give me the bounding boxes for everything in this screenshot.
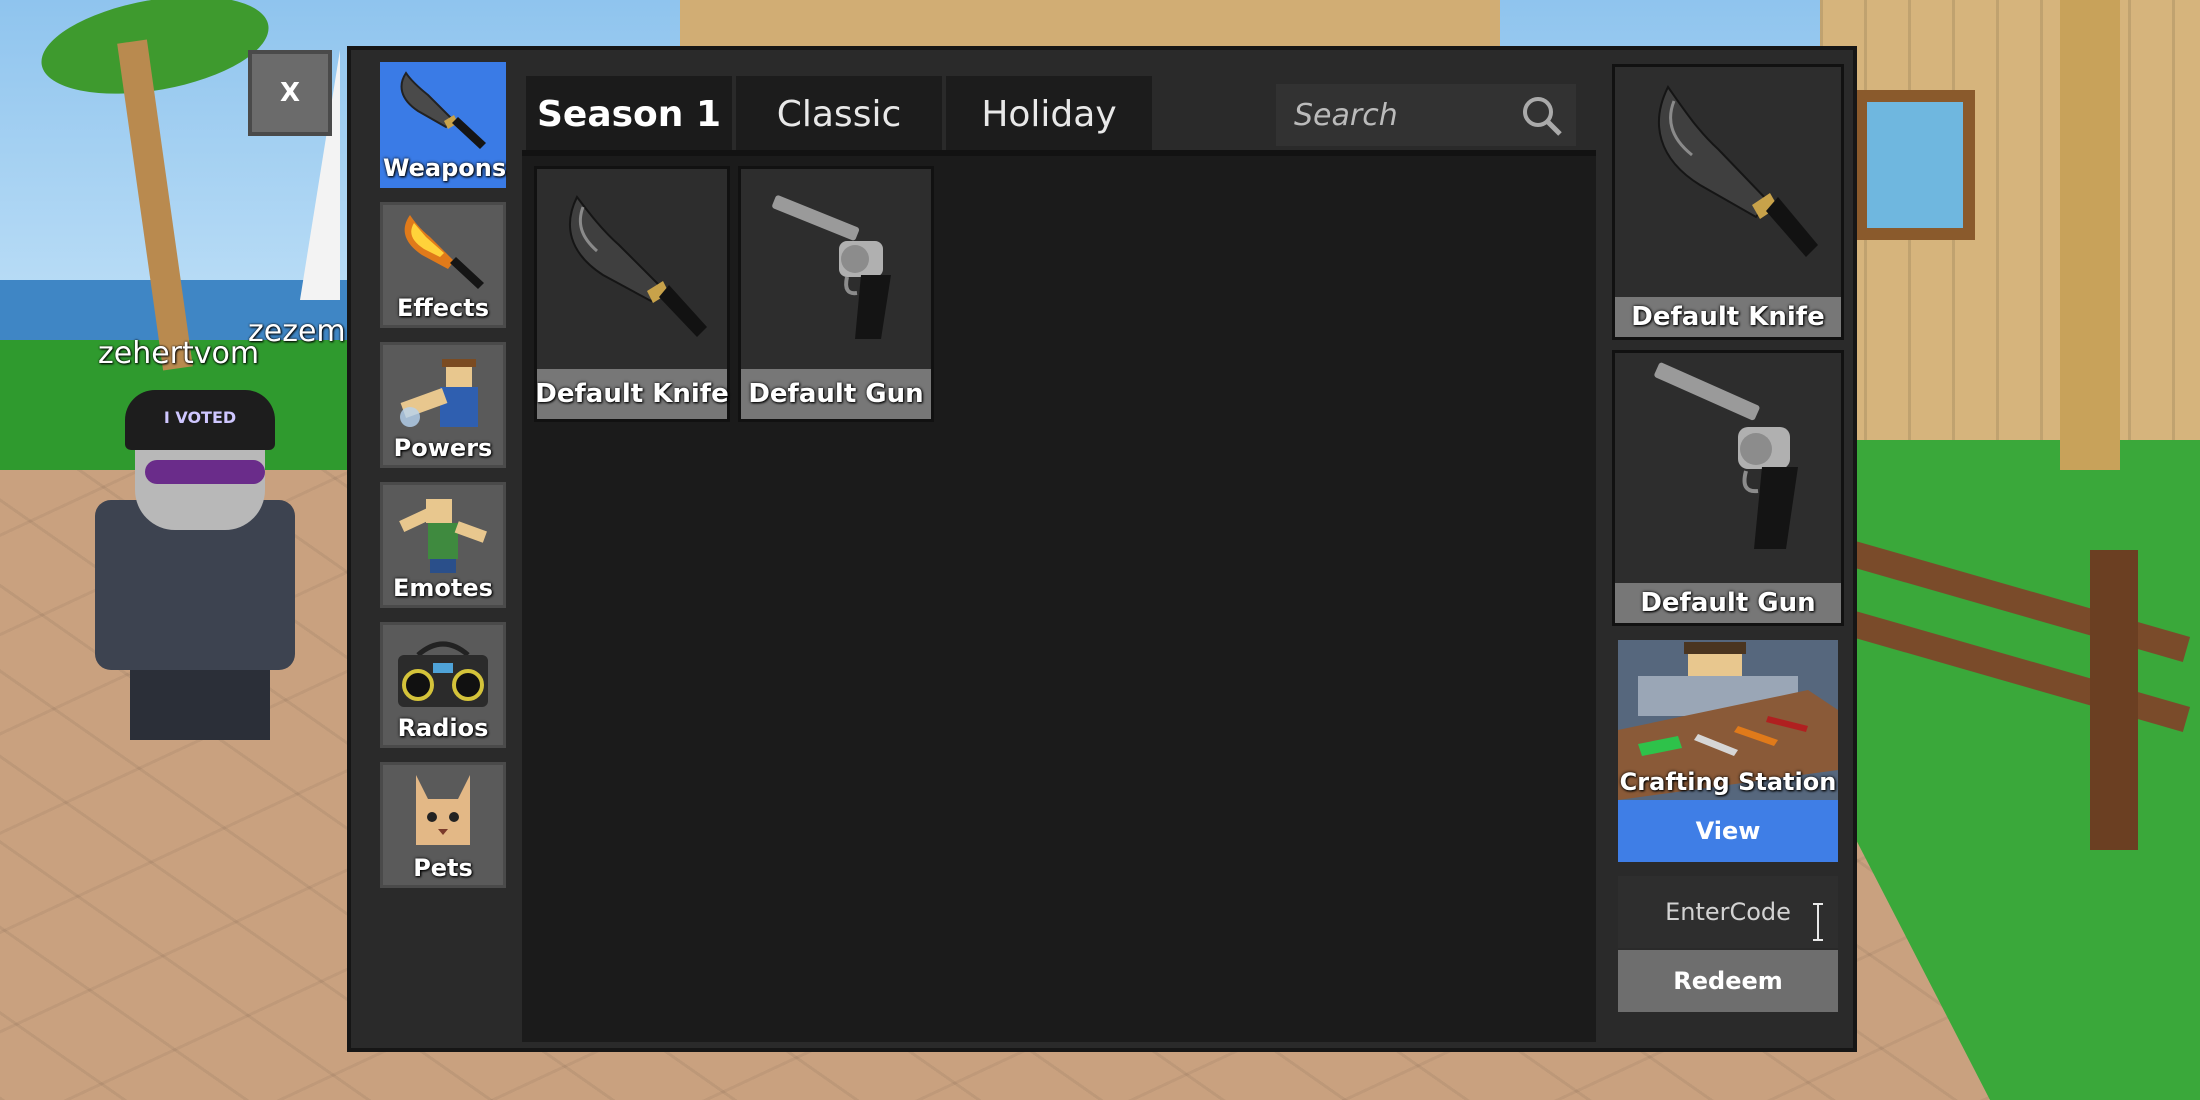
equipped-column: Default Knife Default Gun Crafting Stati…	[1604, 62, 1844, 1042]
knife-icon	[400, 71, 486, 149]
category-weapons[interactable]: Weapons	[380, 62, 506, 188]
cat-icon	[416, 775, 470, 845]
crafting-view-button[interactable]: View	[1618, 800, 1838, 862]
category-label: Pets	[413, 854, 473, 882]
crafting-station-label: Crafting Station	[1619, 768, 1837, 796]
equipped-gun-slot[interactable]: Default Gun	[1612, 350, 1844, 626]
category-label: Radios	[397, 714, 489, 742]
fence-post	[2090, 550, 2138, 850]
category-label: Powers	[393, 434, 493, 462]
flame-knife-icon	[404, 215, 484, 289]
search-input[interactable]	[1292, 96, 1516, 134]
player-nametag: zehertvom	[98, 336, 260, 371]
crafting-station-card[interactable]: Crafting Station	[1618, 640, 1838, 800]
equipped-knife-slot[interactable]: Default Knife	[1612, 64, 1844, 340]
tab-season-1[interactable]: Season 1	[526, 76, 732, 152]
item-name: Default Gun	[741, 369, 931, 419]
category-label: Weapons	[383, 154, 507, 182]
dab-figure-icon	[399, 499, 487, 573]
search-box	[1276, 84, 1576, 146]
player-avatar: I VOTED	[50, 390, 340, 750]
hut-window	[1855, 90, 1975, 240]
category-effects[interactable]: Effects	[380, 202, 506, 328]
category-label: Effects	[396, 294, 490, 322]
knife-icon	[569, 195, 707, 337]
item-name: Default Knife	[535, 369, 729, 419]
boombox-icon	[398, 641, 488, 707]
category-pets[interactable]: Pets	[380, 762, 506, 888]
hut-roof	[680, 0, 1500, 48]
equipped-name: Default Knife	[1615, 297, 1841, 337]
category-radios[interactable]: Radios	[380, 622, 506, 748]
text-cursor-icon	[1813, 903, 1823, 941]
category-powers[interactable]: Powers	[380, 342, 506, 468]
tab-divider	[522, 150, 1596, 156]
item-browser: Season 1 Classic Holiday Search Default …	[522, 62, 1596, 1042]
knife-icon	[1657, 85, 1818, 257]
category-emotes[interactable]: Emotes	[380, 482, 506, 608]
revolver-icon	[1654, 362, 1798, 549]
search-icon[interactable]	[1520, 94, 1564, 138]
tab-classic[interactable]: Classic	[736, 76, 942, 152]
tab-bar: Season 1 Classic Holiday	[522, 62, 1596, 152]
item-card-default-knife[interactable]: Default Knife	[534, 166, 730, 422]
revolver-icon	[772, 195, 891, 339]
close-button[interactable]: X	[248, 50, 332, 136]
item-card-default-gun[interactable]: Default Gun	[738, 166, 934, 422]
inventory-panel: Weapons Effects Powers Emotes Radios Pet…	[347, 46, 1857, 1052]
power-figure-icon	[400, 359, 478, 427]
bamboo-pole	[2060, 0, 2120, 470]
category-sidebar: Weapons Effects Powers Emotes Radios Pet…	[363, 62, 506, 1042]
code-input[interactable]	[1618, 876, 1838, 948]
redeem-button[interactable]: Redeem	[1618, 950, 1838, 1012]
equipped-name: Default Gun	[1615, 583, 1841, 623]
avatar-sunglasses	[145, 460, 265, 484]
player-nametag: zezem	[248, 314, 346, 349]
avatar-legs	[130, 670, 270, 740]
avatar-hat-text: I VOTED	[163, 408, 237, 427]
category-label: Emotes	[393, 574, 493, 602]
tab-holiday[interactable]: Holiday	[946, 76, 1152, 152]
